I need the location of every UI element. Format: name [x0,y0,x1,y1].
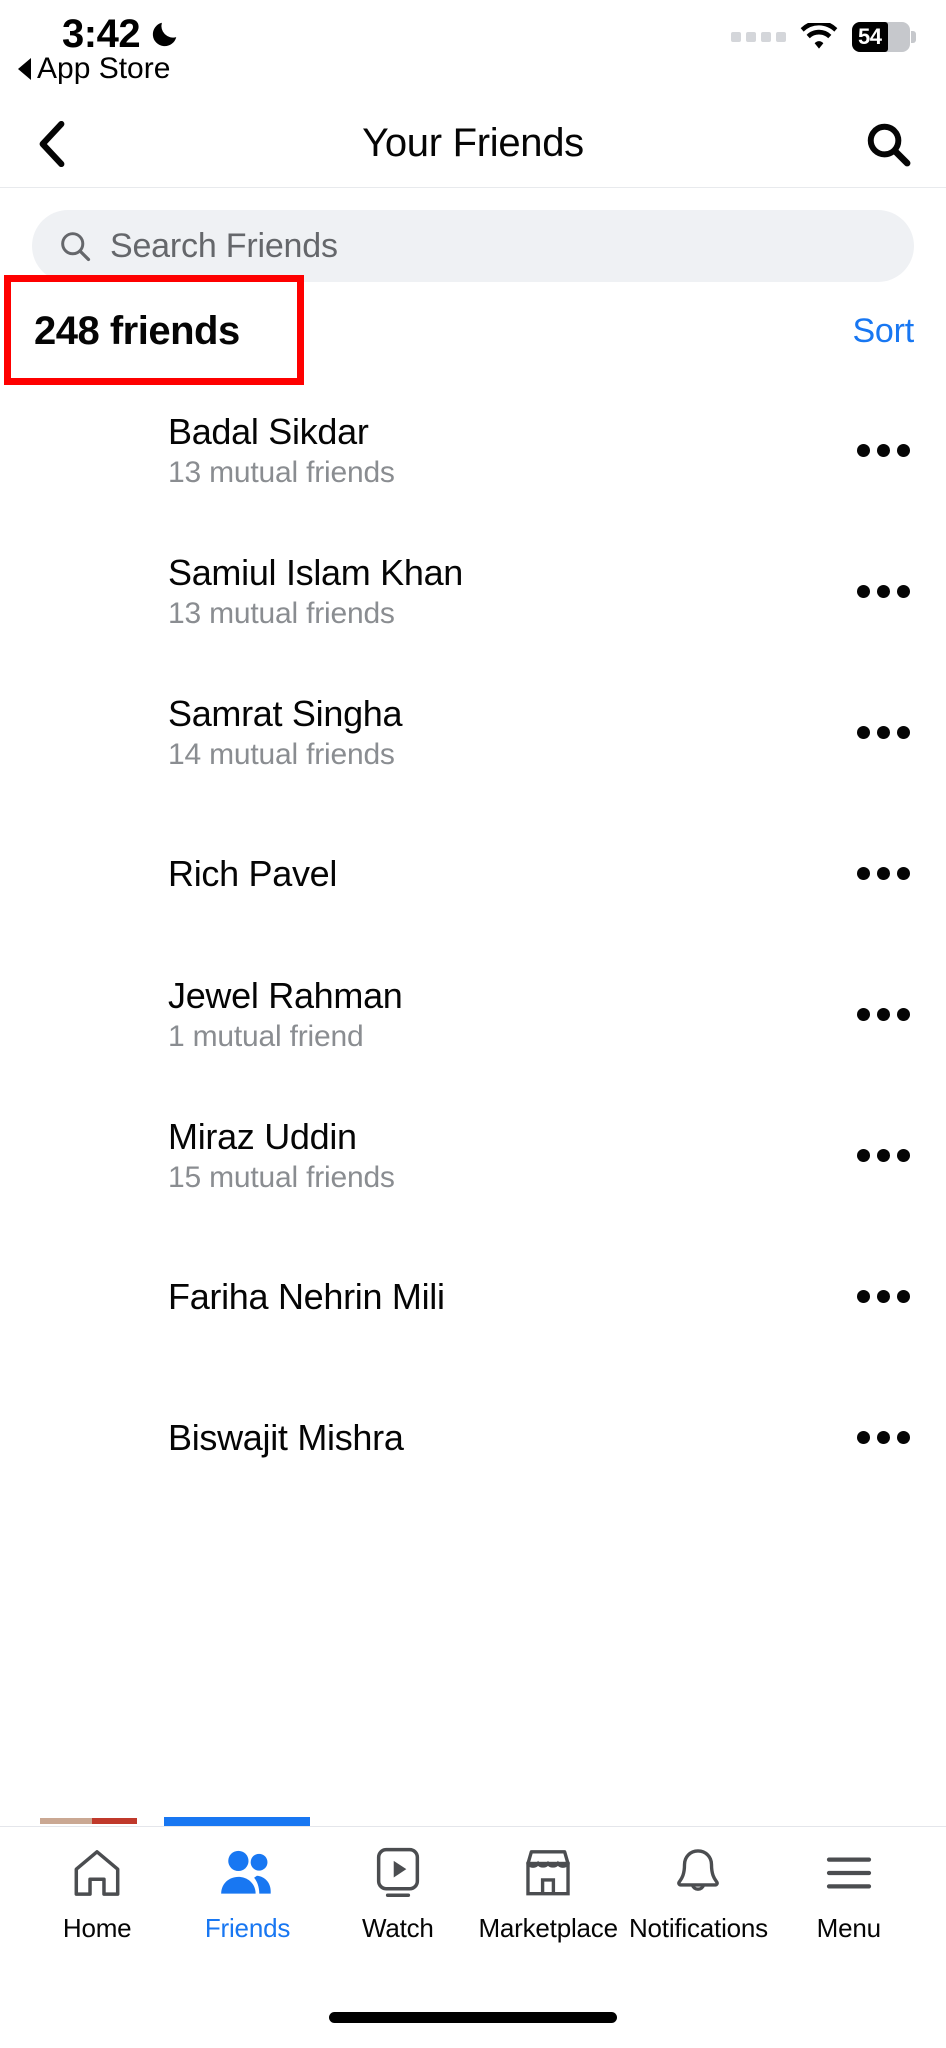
tab-label: Marketplace [478,1913,618,1943]
home-indicator-area [0,1986,946,2048]
home-icon [70,1845,124,1901]
mutual-friends-label: 13 mutual friends [168,596,395,630]
tab-menu[interactable]: Menu [774,1845,924,1944]
friend-name[interactable]: Rich Pavel [168,853,848,894]
bell-icon [673,1845,723,1901]
ellipsis-icon[interactable] [848,444,918,457]
tab-notifications[interactable]: Notifications [623,1845,773,1944]
avatar[interactable] [26,1095,146,1216]
page-title: Your Friends [362,121,584,165]
ellipsis-icon[interactable] [848,1290,918,1303]
friend-text-group: Samrat Singha 14 mutual friends [168,693,848,773]
friend-text-group: Fariha Nehrin Mili [168,1276,848,1317]
friend-name[interactable]: Badal Sikdar [168,411,848,452]
mutual-friends-label: 1 mutual friend [168,1019,364,1053]
avatar[interactable] [26,1377,146,1498]
ellipsis-icon[interactable] [848,1008,918,1021]
tab-label: Menu [816,1913,881,1943]
friend-text-group: Samiul Islam Khan 13 mutual friends [168,552,848,632]
friend-row[interactable]: Biswajit Mishra [0,1367,946,1508]
app-screen: 3:42 App Store 54 Your Friends Search Fr… [0,0,946,2048]
nav-header: Your Friends [0,100,946,188]
friend-text-group: Jewel Rahman 1 mutual friend [168,975,848,1055]
ellipsis-icon[interactable] [848,726,918,739]
home-indicator[interactable] [329,2011,617,2023]
render-artifact [164,1817,310,1826]
crescent-moon-icon [152,22,177,47]
signal-dots-icon [731,32,786,42]
battery-cap [911,31,916,43]
mutual-friends-label: 13 mutual friends [168,455,395,489]
back-to-app-store-link[interactable]: App Store [18,54,170,84]
avatar[interactable] [26,672,146,793]
back-app-label: App Store [37,52,171,85]
friend-text-group: Biswajit Mishra [168,1417,848,1458]
friend-text-group: Miraz Uddin 15 mutual friends [168,1116,848,1196]
tab-home[interactable]: Home [22,1845,172,1944]
friend-name[interactable]: Fariha Nehrin Mili [168,1276,848,1317]
tab-label: Friends [204,1913,291,1943]
friends-count-label: 248 friends [34,308,240,353]
friend-text-group: Rich Pavel [168,853,848,894]
avatar[interactable] [26,390,146,511]
tab-marketplace[interactable]: Marketplace [473,1845,623,1944]
status-time-group: 3:42 [62,14,180,54]
battery-level: 54 [858,24,882,49]
search-icon [867,123,911,166]
battery-icon: 54 [852,22,916,52]
avatar[interactable] [26,531,146,652]
ellipsis-icon[interactable] [848,1149,918,1162]
friend-row[interactable]: Rich Pavel [0,803,946,944]
friend-row[interactable]: Miraz Uddin 15 mutual friends [0,1085,946,1226]
friend-name[interactable]: Samiul Islam Khan [168,552,848,593]
friend-text-group: Badal Sikdar 13 mutual friends [168,411,848,491]
chevron-left-icon [39,120,65,167]
tab-friends[interactable]: Friends [172,1845,322,1944]
friends-count-row: 248 friends Sort [0,275,946,385]
sort-button[interactable]: Sort [852,312,914,351]
friend-row[interactable]: Fariha Nehrin Mili [0,1226,946,1367]
back-button[interactable] [24,116,80,172]
hamburger-menu-icon [824,1845,874,1901]
friends-icon [219,1845,275,1901]
header-search-button[interactable] [858,114,918,174]
friend-row[interactable]: Badal Sikdar 13 mutual friends [0,380,946,521]
avatar[interactable] [26,954,146,1075]
render-artifact [92,1818,137,1824]
status-time: 3:42 [62,12,141,56]
friend-name[interactable]: Biswajit Mishra [168,1417,848,1458]
status-indicators: 54 [731,22,916,52]
bottom-tab-bar: Home Friends Watch Marketplace Notifications… [0,1826,946,1986]
tab-watch[interactable]: Watch [323,1845,473,1944]
wifi-icon [800,23,838,49]
mutual-friends-label: 14 mutual friends [168,737,395,771]
search-placeholder: Search Friends [110,226,338,265]
friend-name[interactable]: Jewel Rahman [168,975,848,1016]
search-section: Search Friends [0,188,946,282]
friend-row[interactable]: Jewel Rahman 1 mutual friend [0,944,946,1085]
back-triangle-icon [18,58,31,80]
watch-icon [373,1845,423,1901]
avatar[interactable] [26,813,146,934]
friend-name[interactable]: Miraz Uddin [168,1116,848,1157]
marketplace-icon [521,1845,575,1901]
friend-row[interactable]: Samrat Singha 14 mutual friends [0,662,946,803]
ellipsis-icon[interactable] [848,1431,918,1444]
ellipsis-icon[interactable] [848,867,918,880]
tab-label: Notifications [628,1913,768,1943]
status-bar: 3:42 App Store 54 [0,0,946,100]
friend-list[interactable]: Badal Sikdar 13 mutual friends Samiul Isla… [0,380,946,1826]
friend-name[interactable]: Samrat Singha [168,693,848,734]
avatar[interactable] [26,1236,146,1357]
ellipsis-icon[interactable] [848,585,918,598]
friend-row[interactable]: Samiul Islam Khan 13 mutual friends [0,521,946,662]
search-input[interactable]: Search Friends [32,210,914,282]
tab-label: Home [62,1913,132,1943]
tab-label: Watch [361,1913,434,1943]
mutual-friends-label: 15 mutual friends [168,1160,395,1194]
search-icon [61,232,91,262]
